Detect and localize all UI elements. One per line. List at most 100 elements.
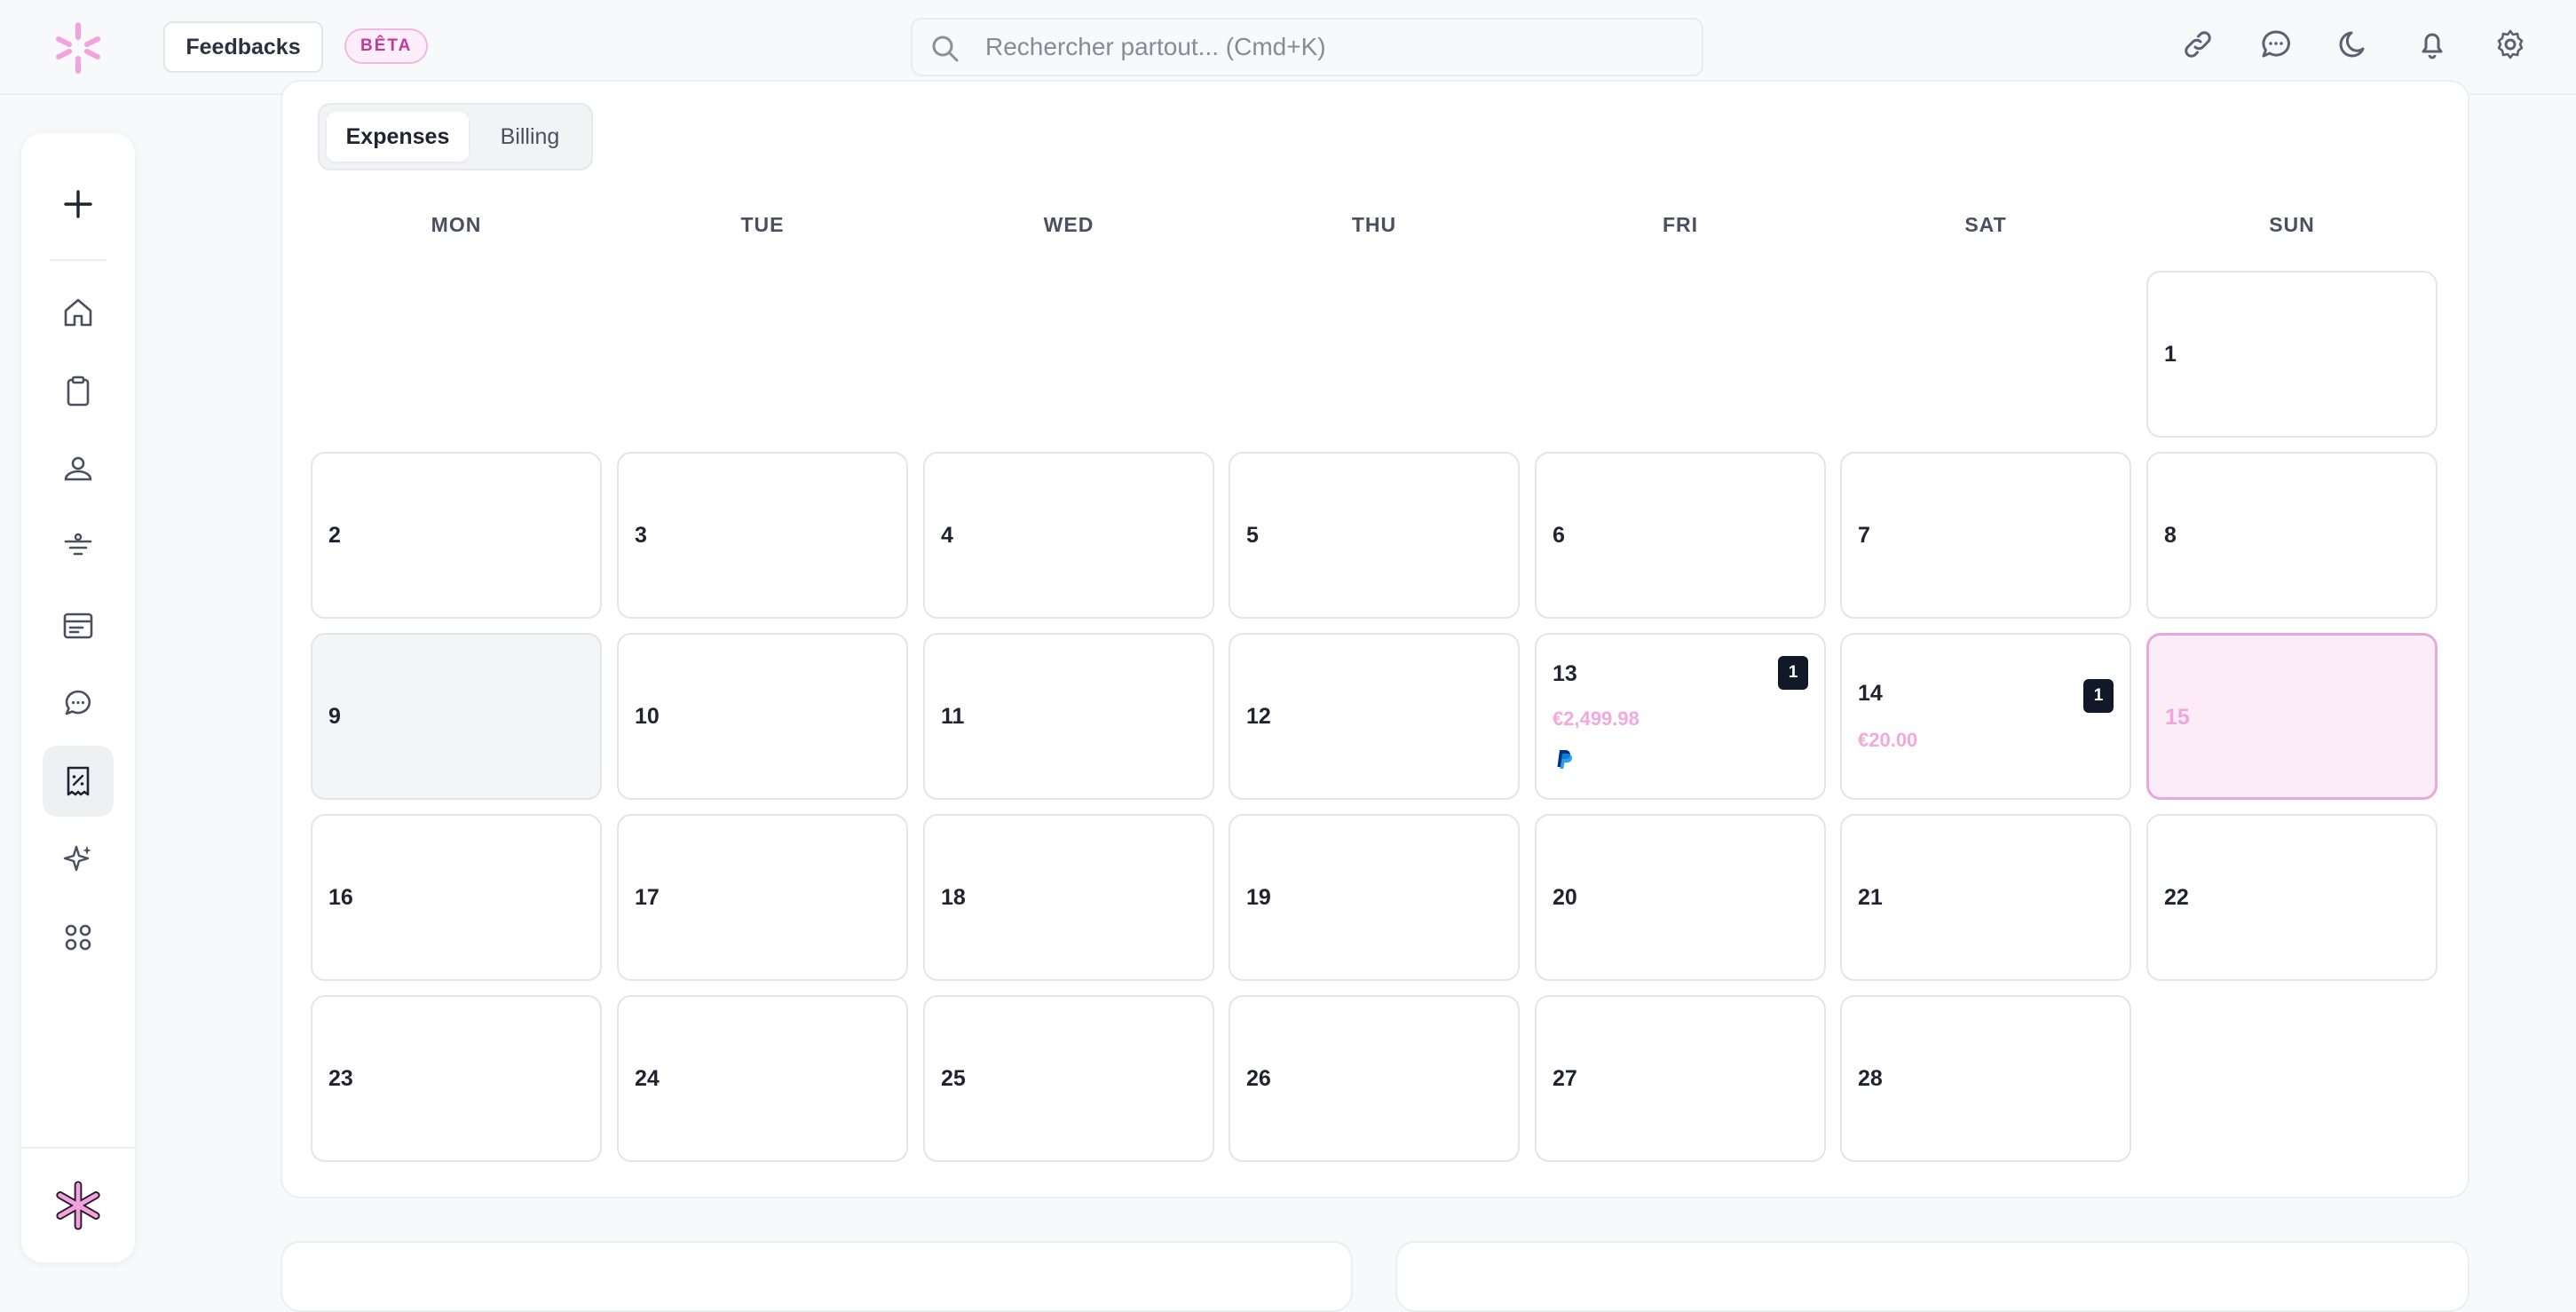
sidebar-item-team[interactable] [43, 433, 114, 504]
link-icon[interactable] [2180, 27, 2216, 62]
sidebar-item-profile[interactable] [43, 1170, 114, 1241]
day-cell[interactable]: 20 [1535, 814, 1826, 981]
day-number: 2 [328, 523, 341, 548]
moon-icon[interactable] [2336, 27, 2372, 62]
app-logo-icon[interactable] [50, 20, 107, 76]
day-cell[interactable]: 17 [617, 814, 908, 981]
gear-icon[interactable] [2493, 27, 2528, 62]
day-number: 1 [2164, 342, 2177, 367]
expense-count-badge: 1 [1778, 656, 1808, 690]
day-cell-with-expense[interactable]: 13 1 €2,499.98 [1535, 633, 1826, 800]
day-number: 17 [635, 885, 660, 910]
sidebar-item-home[interactable] [43, 277, 114, 348]
beta-badge: BÊTA [344, 28, 429, 64]
tab-billing[interactable]: Billing [472, 112, 588, 162]
day-number: 12 [1246, 704, 1271, 729]
day-number: 5 [1246, 523, 1259, 548]
day-cell[interactable]: 11 [923, 633, 1214, 800]
sidebar-item-expenses[interactable] [43, 746, 114, 817]
bell-icon[interactable] [2414, 27, 2450, 62]
sidebar-item-clipboard[interactable] [43, 355, 114, 426]
day-number: 3 [635, 523, 647, 548]
day-number: 15 [2165, 705, 2190, 730]
sidebar-item-ai[interactable] [43, 824, 114, 895]
filter-icon [64, 533, 92, 556]
weekday-sun: SUN [2269, 213, 2315, 236]
weekday-tue: TUE [740, 213, 785, 236]
sidebar-item-messages[interactable] [43, 668, 114, 739]
day-cell[interactable]: 25 [923, 995, 1214, 1162]
day-cell-today[interactable]: 15 [2146, 633, 2438, 800]
day-number: 22 [2164, 885, 2189, 910]
day-cell[interactable]: 27 [1535, 995, 1826, 1162]
day-number: 14 [1858, 681, 1883, 706]
day-number: 27 [1553, 1066, 1577, 1091]
day-cell[interactable]: 2 [311, 452, 602, 619]
sparkle-icon [63, 845, 91, 872]
feedbacks-button[interactable]: Feedbacks [163, 21, 323, 73]
day-cell[interactable]: 26 [1229, 995, 1520, 1162]
archive-icon [63, 613, 93, 639]
day-number: 19 [1246, 885, 1271, 910]
sidebar-item-add[interactable] [43, 169, 114, 240]
day-cell[interactable]: 22 [2146, 814, 2438, 981]
expense-count-badge: 1 [2083, 679, 2114, 713]
day-cell[interactable]: 5 [1229, 452, 1520, 619]
day-cell[interactable]: 24 [617, 995, 908, 1162]
day-number: 4 [941, 523, 953, 548]
day-number: 11 [941, 704, 965, 729]
day-cell[interactable]: 3 [617, 452, 908, 619]
day-number: 16 [328, 885, 353, 910]
weekday-fri: FRI [1662, 213, 1699, 236]
brand-logo-icon [56, 1181, 100, 1230]
day-number: 23 [328, 1066, 353, 1091]
day-cell[interactable]: 9 [311, 633, 602, 800]
expense-amount: €20.00 [1858, 729, 1918, 751]
day-cell[interactable]: 8 [2146, 452, 2438, 619]
home-icon [64, 298, 92, 327]
day-cell[interactable]: 4 [923, 452, 1214, 619]
day-number: 20 [1553, 885, 1577, 910]
day-number: 10 [635, 704, 660, 729]
tab-expenses[interactable]: Expenses [327, 112, 469, 162]
view-toggle: Expenses Billing [318, 103, 593, 170]
day-number: 13 [1553, 661, 1577, 686]
sidebar-item-apps[interactable] [43, 902, 114, 973]
day-cell[interactable]: 28 [1840, 995, 2131, 1162]
day-cell[interactable]: 12 [1229, 633, 1520, 800]
day-number: 24 [635, 1066, 660, 1091]
day-cell[interactable]: 23 [311, 995, 602, 1162]
search-input[interactable]: Rechercher partout... (Cmd+K) [911, 18, 1703, 76]
day-number: 28 [1858, 1066, 1883, 1091]
expense-amount: €2,499.98 [1553, 707, 1640, 730]
summary-card-right [1395, 1241, 2469, 1312]
day-cell[interactable]: 6 [1535, 452, 1826, 619]
paypal-icon [1557, 750, 1572, 769]
weekday-wed: WED [1043, 213, 1094, 236]
plus-icon [64, 190, 92, 218]
day-cell[interactable]: 7 [1840, 452, 2131, 619]
search-placeholder: Rechercher partout... (Cmd+K) [985, 33, 1326, 60]
receipt-icon [67, 766, 90, 796]
weekday-sat: SAT [1964, 213, 2007, 236]
sidebar [21, 133, 135, 1262]
sidebar-item-filters[interactable] [43, 511, 114, 582]
clipboard-icon [67, 375, 90, 407]
day-cell[interactable]: 21 [1840, 814, 2131, 981]
day-cell-with-expense[interactable]: 14 1 €20.00 [1840, 633, 2131, 800]
day-cell[interactable]: 19 [1229, 814, 1520, 981]
weekday-mon: MON [431, 213, 482, 236]
chat-icon[interactable] [2258, 27, 2294, 62]
day-cell[interactable]: 16 [311, 814, 602, 981]
day-cell[interactable]: 18 [923, 814, 1214, 981]
chat-icon [65, 690, 91, 715]
sidebar-item-inbox[interactable] [43, 589, 114, 660]
day-number: 26 [1246, 1066, 1271, 1091]
day-cell[interactable]: 10 [617, 633, 908, 800]
day-number: 6 [1553, 523, 1565, 548]
sidebar-divider [50, 259, 107, 261]
day-cell[interactable]: 1 [2146, 271, 2438, 438]
users-icon [64, 456, 92, 481]
sidebar-divider-bottom [21, 1147, 135, 1149]
grid-icon [65, 924, 91, 951]
